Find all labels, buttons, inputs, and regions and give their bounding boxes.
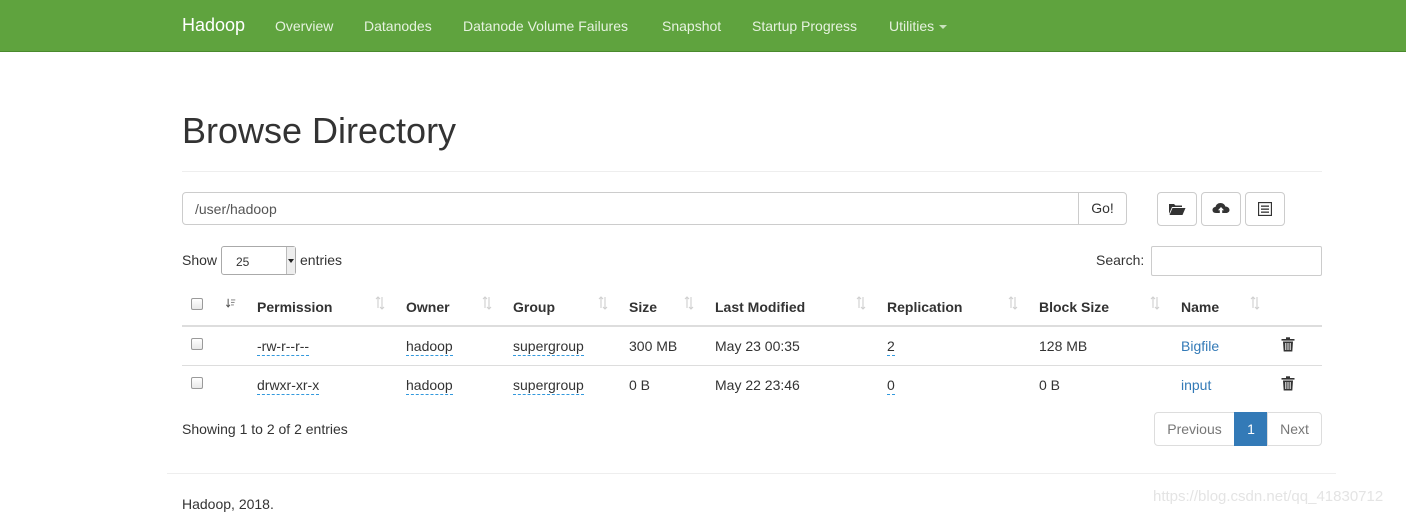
pagination-previous[interactable]: Previous — [1154, 412, 1235, 446]
top-navbar: Hadoop Overview Datanodes Datanode Volum… — [0, 0, 1406, 52]
create-directory-button[interactable] — [1157, 192, 1197, 226]
group-editable[interactable]: supergroup — [513, 377, 584, 395]
file-size: 300 MB — [629, 338, 678, 354]
nav-datanode-volume-failures[interactable]: Datanode Volume Failures — [463, 18, 628, 34]
table-header-divider — [182, 325, 1322, 327]
upload-file-button[interactable] — [1201, 192, 1241, 226]
select-all-checkbox[interactable] — [191, 298, 203, 310]
trash-icon[interactable] — [1281, 376, 1295, 391]
sort-both-icon[interactable] — [482, 296, 492, 310]
show-label: Show — [182, 252, 218, 268]
header-group[interactable]: Group — [513, 299, 555, 315]
permission-editable[interactable]: drwxr-xr-x — [257, 377, 320, 395]
table-info: Showing 1 to 2 of 2 entries — [182, 421, 348, 437]
header-size[interactable]: Size — [629, 299, 657, 315]
header-owner[interactable]: Owner — [406, 299, 450, 315]
select-arrow-icon — [286, 247, 295, 274]
replication-editable[interactable]: 0 — [887, 377, 895, 395]
cloud-upload-icon — [1212, 203, 1230, 215]
nav-utilities-dropdown[interactable]: Utilities — [889, 18, 948, 34]
list-icon — [1258, 202, 1272, 216]
sort-both-icon[interactable] — [598, 296, 608, 310]
nav-utilities-label: Utilities — [889, 18, 935, 34]
caret-down-icon — [939, 25, 948, 30]
brand-logo[interactable]: Hadoop — [182, 15, 245, 36]
footer-copyright: Hadoop, 2018. — [182, 496, 274, 512]
sort-both-icon[interactable] — [1008, 296, 1018, 310]
group-editable[interactable]: supergroup — [513, 338, 584, 356]
sort-both-icon[interactable] — [856, 296, 866, 310]
header-replication[interactable]: Replication — [887, 299, 962, 315]
sort-both-icon[interactable] — [375, 296, 385, 310]
cut-paste-button[interactable] — [1245, 192, 1285, 226]
sort-both-icon[interactable] — [1250, 296, 1260, 310]
footer-divider — [167, 473, 1336, 474]
header-permission[interactable]: Permission — [257, 299, 332, 315]
sort-both-icon[interactable] — [1150, 296, 1160, 310]
go-button[interactable]: Go! — [1078, 192, 1127, 225]
header-last-modified[interactable]: Last Modified — [715, 299, 805, 315]
permission-editable[interactable]: -rw-r--r-- — [257, 338, 310, 356]
search-label: Search: — [1096, 252, 1145, 268]
sort-both-icon[interactable] — [684, 296, 694, 310]
search-input[interactable] — [1151, 246, 1322, 276]
pagination-next[interactable]: Next — [1267, 412, 1322, 446]
replication-editable[interactable]: 2 — [887, 338, 895, 356]
last-modified: May 22 23:46 — [715, 377, 800, 393]
nav-startup-progress[interactable]: Startup Progress — [752, 18, 857, 34]
nav-snapshot[interactable]: Snapshot — [662, 18, 721, 34]
directory-path-input[interactable] — [182, 192, 1079, 225]
entries-per-page-value: 25 — [236, 255, 250, 269]
page-title: Browse Directory — [182, 110, 457, 151]
nav-overview[interactable]: Overview — [275, 18, 333, 34]
pagination-page-1[interactable]: 1 — [1234, 412, 1268, 446]
folder-open-icon — [1169, 204, 1186, 215]
block-size: 128 MB — [1039, 338, 1088, 354]
file-size: 0 B — [629, 377, 651, 393]
title-divider — [182, 171, 1322, 172]
header-block-size[interactable]: Block Size — [1039, 299, 1109, 315]
row-checkbox[interactable] — [191, 338, 203, 350]
watermark-text: https://blog.csdn.net/qq_41830712 — [1153, 488, 1384, 505]
nav-datanodes[interactable]: Datanodes — [364, 18, 432, 34]
file-name-link[interactable]: Bigfile — [1181, 338, 1219, 354]
block-size: 0 B — [1039, 377, 1061, 393]
sort-icon[interactable] — [226, 296, 236, 310]
owner-editable[interactable]: hadoop — [406, 377, 453, 395]
last-modified: May 23 00:35 — [715, 338, 800, 354]
header-name[interactable]: Name — [1181, 299, 1219, 315]
file-name-link[interactable]: input — [1181, 377, 1211, 393]
entries-label: entries — [300, 252, 343, 268]
owner-editable[interactable]: hadoop — [406, 338, 453, 356]
row-divider — [182, 365, 1322, 366]
entries-per-page-select[interactable]: 25 — [221, 246, 296, 275]
row-checkbox[interactable] — [191, 377, 203, 389]
trash-icon[interactable] — [1281, 337, 1295, 352]
